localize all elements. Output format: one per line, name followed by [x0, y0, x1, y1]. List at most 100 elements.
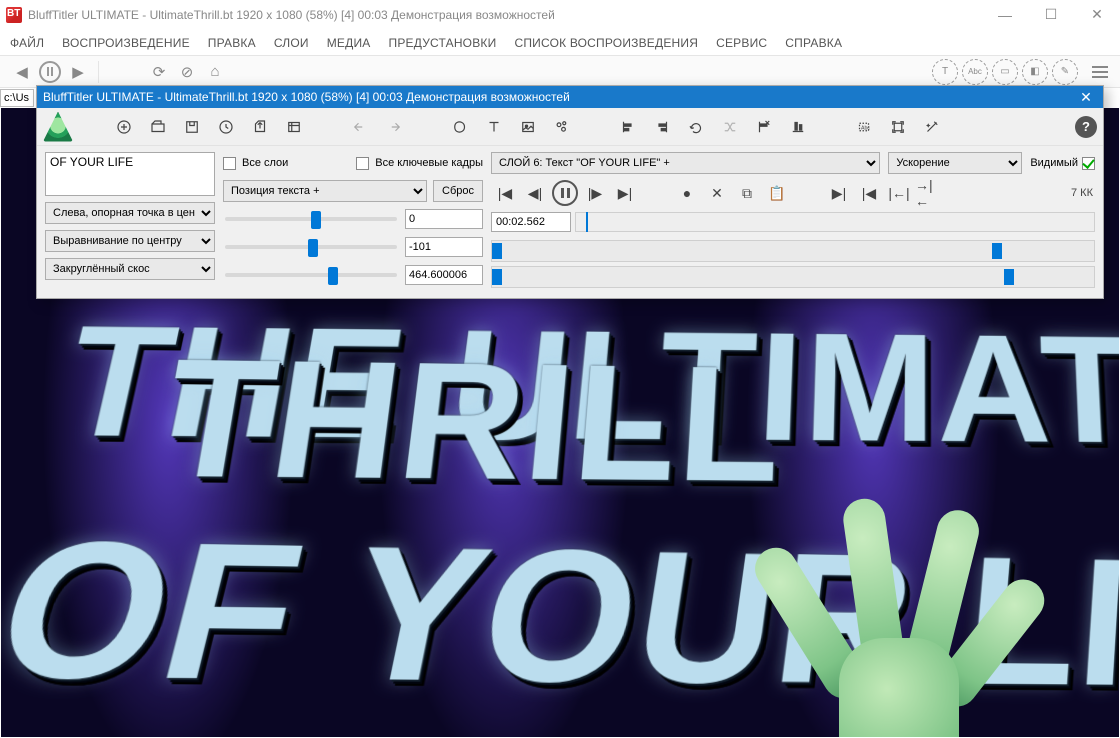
- acceleration-select[interactable]: Ускорение: [888, 152, 1022, 174]
- value-y[interactable]: [405, 237, 483, 257]
- frame-count-label: 7 КК: [1071, 187, 1095, 199]
- layer-select[interactable]: СЛОЙ 6: Текст "OF YOUR LIFE" +: [491, 152, 880, 174]
- prev-frame-button[interactable]: ◀|: [521, 180, 549, 206]
- add-text-layer-button[interactable]: [479, 112, 509, 142]
- add-particle-layer-button[interactable]: [547, 112, 577, 142]
- help-button[interactable]: ?: [1075, 116, 1097, 138]
- back-button[interactable]: ◀: [8, 58, 36, 86]
- home-button[interactable]: ⌂: [201, 58, 229, 86]
- trim-in-button[interactable]: ▶|: [825, 180, 853, 206]
- child-titlebar[interactable]: BluffTitler ULTIMATE - UltimateThrill.bt…: [37, 86, 1103, 108]
- redo-button[interactable]: [379, 112, 409, 142]
- menu-presets[interactable]: ПРЕДУСТАНОВКИ: [389, 36, 497, 50]
- open-button[interactable]: [143, 112, 173, 142]
- scene-text-line-0: THE ULTIMATE: [46, 291, 1119, 479]
- render-button[interactable]: [279, 112, 309, 142]
- copy-keyframe-button[interactable]: ⧉: [733, 180, 761, 206]
- tool-image-dashed-icon[interactable]: ▭: [992, 59, 1018, 85]
- all-layers-checkbox[interactable]: [223, 157, 236, 170]
- export-button[interactable]: [245, 112, 275, 142]
- keyframe[interactable]: [492, 243, 502, 259]
- align-bottom-button[interactable]: [783, 112, 813, 142]
- menu-playlist[interactable]: СПИСОК ВОСПРОИЗВЕДЕНИЯ: [514, 36, 698, 50]
- all-keyframes-checkbox[interactable]: [356, 157, 369, 170]
- timecode-input[interactable]: [491, 212, 571, 232]
- forward-button[interactable]: ▶: [64, 58, 92, 86]
- keyframe[interactable]: [992, 243, 1002, 259]
- save-button[interactable]: [177, 112, 207, 142]
- visible-checkbox[interactable]: [1082, 157, 1095, 170]
- menu-file[interactable]: ФАЙЛ: [10, 36, 44, 50]
- menu-playback[interactable]: ВОСПРОИЗВЕДЕНИЕ: [62, 36, 190, 50]
- refresh-button[interactable]: ⟳: [145, 58, 173, 86]
- pause-button[interactable]: [36, 58, 64, 86]
- goto-start-button[interactable]: |◀: [491, 180, 519, 206]
- snap-both-button[interactable]: →|←: [915, 180, 943, 206]
- timeline-track[interactable]: [575, 212, 1095, 232]
- reset-button[interactable]: Сброс: [433, 180, 483, 202]
- menu-edit[interactable]: ПРАВКА: [208, 36, 256, 50]
- value-z[interactable]: [405, 265, 483, 285]
- value-x[interactable]: [405, 209, 483, 229]
- align-left-button[interactable]: [613, 112, 643, 142]
- hamburger-menu[interactable]: [1088, 66, 1112, 78]
- layer-text-input[interactable]: OF YOUR LIFE: [45, 152, 215, 196]
- slider-x[interactable]: [225, 217, 397, 221]
- tool-pen-dashed-icon[interactable]: ✎: [1052, 59, 1078, 85]
- tool-text-dashed-icon[interactable]: T: [932, 59, 958, 85]
- stop-button[interactable]: ⊘: [173, 58, 201, 86]
- undo-button[interactable]: [345, 112, 375, 142]
- play-pause-button[interactable]: [551, 180, 579, 206]
- slider-z[interactable]: [225, 273, 397, 277]
- keyframe[interactable]: [1004, 269, 1014, 285]
- logo-icon: [43, 112, 73, 142]
- fit-text-button[interactable]: Abc: [849, 112, 879, 142]
- keyframe[interactable]: [492, 269, 502, 285]
- delete-layer-button[interactable]: [749, 112, 779, 142]
- pause-icon: [39, 61, 61, 83]
- goto-end-button[interactable]: ▶|: [611, 180, 639, 206]
- new-show-button[interactable]: [109, 112, 139, 142]
- minimize-button[interactable]: —: [982, 0, 1028, 30]
- add-blob-layer-button[interactable]: [445, 112, 475, 142]
- trim-out-button[interactable]: |◀: [855, 180, 883, 206]
- menu-help[interactable]: СПРАВКА: [785, 36, 842, 50]
- magic-button[interactable]: [917, 112, 947, 142]
- valign-combo[interactable]: Выравнивание по центру: [45, 230, 215, 252]
- tool-abc-dashed-icon[interactable]: Abc: [962, 59, 988, 85]
- delete-keyframe-button[interactable]: ✕: [703, 180, 731, 206]
- add-image-layer-button[interactable]: [513, 112, 543, 142]
- bevel-combo[interactable]: Закруглённый скос: [45, 258, 215, 280]
- menu-media[interactable]: МЕДИА: [327, 36, 371, 50]
- next-frame-button[interactable]: |▶: [581, 180, 609, 206]
- child-close-button[interactable]: ✕: [1075, 86, 1097, 108]
- keyframe-track-2[interactable]: [491, 266, 1095, 288]
- menu-service[interactable]: СЕРВИС: [716, 36, 767, 50]
- shuffle-button[interactable]: [715, 112, 745, 142]
- close-button[interactable]: ✕: [1074, 0, 1120, 30]
- all-keyframes-label: Все ключевые кадры: [375, 157, 483, 169]
- tool-shapes-dashed-icon[interactable]: ◧: [1022, 59, 1048, 85]
- playhead[interactable]: [586, 212, 588, 232]
- fullscreen-button[interactable]: [883, 112, 913, 142]
- maximize-button[interactable]: ☐: [1028, 0, 1074, 30]
- property-combo[interactable]: Позиция текста +: [223, 180, 427, 202]
- child-toolbar: Abc ?: [37, 108, 1103, 146]
- slider-y[interactable]: [225, 245, 397, 249]
- main-window-title: BluffTitler ULTIMATE - UltimateThrill.bt…: [28, 8, 555, 22]
- align-right-button[interactable]: [647, 112, 677, 142]
- snap-left-button[interactable]: |←|: [885, 180, 913, 206]
- halign-combo[interactable]: Слева, опорная точка в центре: [45, 202, 215, 224]
- main-titlebar: BluffTitler ULTIMATE - UltimateThrill.bt…: [0, 0, 1120, 30]
- visible-label: Видимый: [1030, 157, 1078, 169]
- all-layers-label: Все слои: [242, 157, 288, 169]
- rotate-button[interactable]: [681, 112, 711, 142]
- paste-keyframe-button[interactable]: 📋: [763, 180, 791, 206]
- keyframe-track-1[interactable]: [491, 240, 1095, 262]
- recent-button[interactable]: [211, 112, 241, 142]
- record-keyframe-button[interactable]: ●: [673, 180, 701, 206]
- address-bar[interactable]: [0, 89, 34, 107]
- main-toolbar: ◀ ▶ ⟳ ⊘ ⌂ T Abc ▭ ◧ ✎: [0, 56, 1120, 88]
- menu-layers[interactable]: СЛОИ: [274, 36, 309, 50]
- pause-icon: [552, 180, 578, 206]
